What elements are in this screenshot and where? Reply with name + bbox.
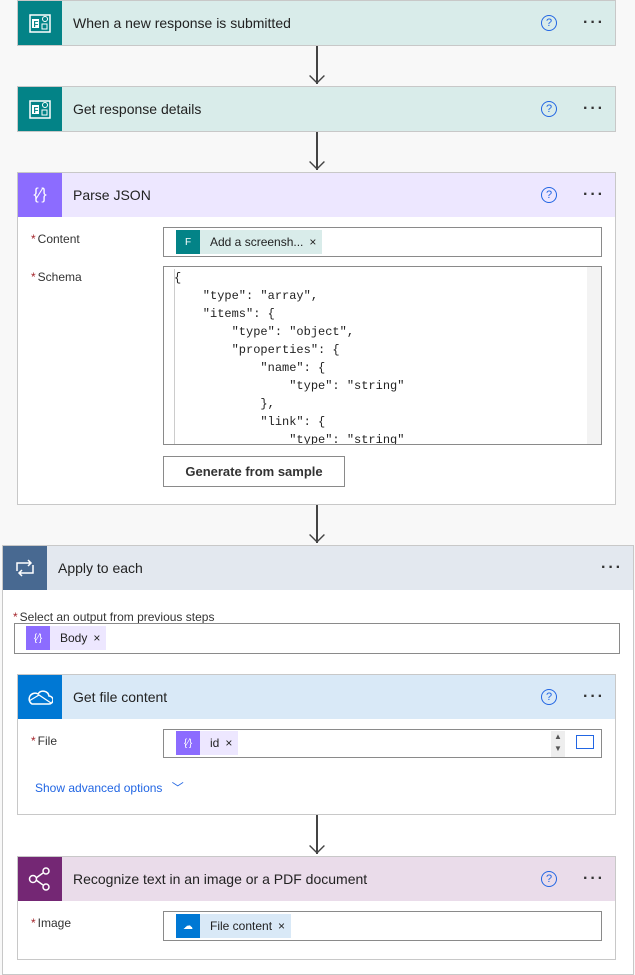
more-options-icon[interactable]: ··· xyxy=(583,186,605,204)
schema-code[interactable]: { "type": "array", "items": { "type": "o… xyxy=(174,269,601,445)
folder-icon[interactable] xyxy=(576,735,594,749)
parse-json-card: {⁄} Parse JSON ? ··· * Content F Add a scr… xyxy=(17,172,616,505)
help-icon[interactable]: ? xyxy=(541,689,558,705)
help-icon[interactable]: ? xyxy=(541,187,558,203)
onedrive-icon xyxy=(18,675,62,719)
schema-line: "name": { xyxy=(174,361,326,375)
arrow-head xyxy=(309,68,325,84)
loop-icon xyxy=(3,546,47,590)
onedrive-icon: ☁ xyxy=(176,914,200,938)
arrow-head xyxy=(309,154,325,170)
help-icon[interactable]: ? xyxy=(541,871,558,887)
file-label: * File xyxy=(31,734,58,748)
help-icon[interactable]: ? xyxy=(541,15,558,31)
schema-line: "properties": { xyxy=(174,343,340,357)
forms-icon: F xyxy=(18,1,62,45)
dynamic-content-token[interactable]: {⁄} Body × xyxy=(26,626,107,650)
remove-token-icon[interactable]: × xyxy=(93,631,106,645)
help-icon[interactable]: ? xyxy=(541,101,558,117)
select-output-label: * Select an output from previous steps xyxy=(13,610,215,624)
remove-token-icon[interactable]: × xyxy=(309,235,322,249)
get-response-details-card[interactable]: F Get response details ? ··· xyxy=(17,86,616,132)
chevron-down-icon: ﹀ xyxy=(171,781,184,795)
step-title[interactable]: When a new response is submitted xyxy=(73,15,541,31)
json-braces-icon: {⁄} xyxy=(26,626,50,650)
dynamic-content-token[interactable]: ☁ File content × xyxy=(176,914,292,938)
arrow-head xyxy=(309,527,325,543)
more-options-icon[interactable]: ··· xyxy=(601,559,623,577)
schema-line: "type": "array", xyxy=(174,289,319,303)
remove-token-icon[interactable]: × xyxy=(225,736,238,750)
step-title[interactable]: Recognize text in an image or a PDF docu… xyxy=(73,871,541,887)
more-options-icon[interactable]: ··· xyxy=(583,14,605,32)
step-title[interactable]: Get file content xyxy=(73,689,541,705)
schema-line: "type": "object", xyxy=(174,325,355,339)
scrollbar[interactable] xyxy=(587,267,601,444)
more-options-icon[interactable]: ··· xyxy=(583,100,605,118)
step-title[interactable]: Apply to each xyxy=(58,560,601,576)
trigger-card[interactable]: F When a new response is submitted ? ··· xyxy=(17,0,616,46)
json-braces-icon: {⁄} xyxy=(176,731,200,755)
step-title[interactable]: Get response details xyxy=(73,101,541,117)
svg-text:F: F xyxy=(34,20,39,29)
schema-line: }, xyxy=(174,397,275,411)
recognize-text-card: Recognize text in an image or a PDF docu… xyxy=(17,856,616,960)
get-file-content-card: Get file content ? ··· * File {⁄} id × ▲ ▼ S… xyxy=(17,674,616,815)
schema-line: { xyxy=(174,271,182,285)
schema-line: "type": "string" xyxy=(174,379,405,393)
show-advanced-options-link[interactable]: Show advanced options ﹀ xyxy=(35,779,184,796)
select-output-input[interactable]: {⁄} Body × xyxy=(14,623,620,654)
dynamic-content-token[interactable]: F Add a screensh... × xyxy=(176,230,323,254)
content-input[interactable]: F Add a screensh... × xyxy=(163,227,602,257)
image-input[interactable]: ☁ File content × xyxy=(163,911,602,941)
file-input[interactable]: {⁄} id × ▲ ▼ xyxy=(163,729,602,758)
spin-arrows-icon[interactable]: ▲ ▼ xyxy=(551,731,565,757)
more-options-icon[interactable]: ··· xyxy=(583,870,605,888)
forms-icon: F xyxy=(18,87,62,131)
json-braces-icon: {⁄} xyxy=(18,173,62,217)
dynamic-content-token[interactable]: {⁄} id × xyxy=(176,731,239,755)
remove-token-icon[interactable]: × xyxy=(278,919,291,933)
forms-icon: F xyxy=(176,230,200,254)
generate-from-sample-button[interactable]: Generate from sample xyxy=(163,456,345,487)
schema-editor[interactable]: { "type": "array", "items": { "type": "o… xyxy=(163,266,602,445)
schema-line: "link": { xyxy=(174,415,326,429)
more-options-icon[interactable]: ··· xyxy=(583,688,605,706)
step-title[interactable]: Parse JSON xyxy=(73,187,541,203)
schema-line: "items": { xyxy=(174,307,275,321)
ai-builder-icon xyxy=(18,857,62,901)
content-label: * Content xyxy=(31,232,80,246)
schema-line: "type": "string" xyxy=(174,433,405,445)
schema-label: * Schema xyxy=(31,270,82,284)
image-label: * Image xyxy=(31,916,72,930)
svg-text:F: F xyxy=(34,106,39,115)
